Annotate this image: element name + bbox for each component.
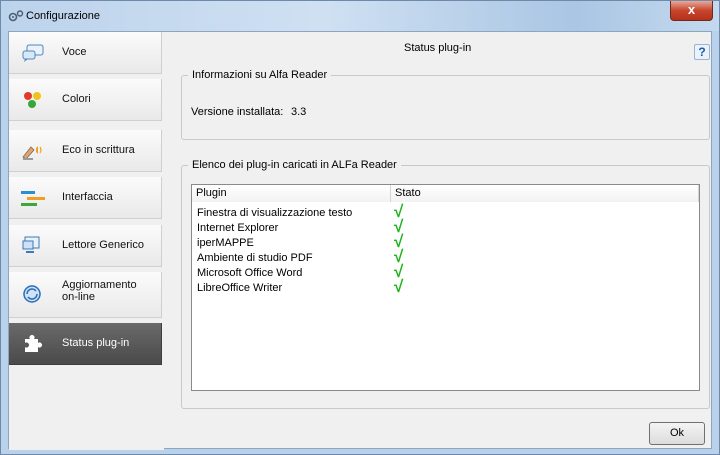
sidebar-item-eco-in-scrittura[interactable]: Eco in scrittura	[9, 130, 162, 172]
sidebar-item-status-plug-in[interactable]: Status plug-in	[9, 323, 162, 365]
sidebar-item-label: Status plug-in	[62, 337, 130, 349]
plugin-name: Internet Explorer	[197, 222, 279, 234]
panel-title: Status plug-in	[404, 42, 472, 54]
sidebar-item-voce[interactable]: Voce	[9, 32, 162, 74]
help-button[interactable]: ?	[694, 44, 710, 60]
table-row[interactable]: Internet Explorer √	[192, 218, 699, 236]
table-row[interactable]: Ambiente di studio PDF √	[192, 248, 699, 266]
colors-icon	[24, 92, 41, 108]
plugin-name: LibreOffice Writer	[197, 282, 283, 294]
speech-balloon-icon	[22, 44, 44, 62]
sidebar-item-colori[interactable]: Colori	[9, 79, 162, 121]
title-bar[interactable]: Configurazione x	[1, 1, 719, 31]
column-header-plugin[interactable]: Plugin	[192, 185, 391, 202]
echo-writing-icon	[22, 146, 42, 160]
check-icon: √	[394, 277, 404, 296]
sidebar-item-label: Aggiornamento on-line	[62, 279, 137, 303]
ok-button[interactable]: Ok	[649, 422, 705, 445]
plugin-list-group: Elenco dei plug-in caricati in ALFa Read…	[181, 159, 710, 409]
version-value: 3.3	[291, 106, 307, 118]
sidebar-item-label: Lettore Generico	[62, 239, 144, 251]
sidebar-item-interfaccia[interactable]: Interfaccia	[9, 177, 162, 219]
interface-bars-icon	[21, 191, 45, 206]
configuration-window: Configurazione x Voce Colori Eco in scri…	[0, 0, 720, 455]
sidebar-item-aggiornamento-on-line[interactable]: Aggiornamento on-line	[9, 272, 162, 318]
puzzle-icon	[25, 335, 42, 352]
close-icon: x	[687, 2, 696, 17]
table-row[interactable]: LibreOffice Writer √	[192, 277, 699, 296]
dialog-body: Voce Colori Eco in scrittura Interfaccia…	[8, 31, 713, 450]
table-row[interactable]: Finestra di visualizzazione testo √	[192, 203, 699, 221]
update-icon	[23, 285, 41, 303]
info-group: Informazioni su Alfa Reader Versione ins…	[181, 69, 710, 140]
table-row[interactable]: Microsoft Office Word √	[192, 263, 699, 281]
plugin-name: Ambiente di studio PDF	[197, 252, 313, 264]
version-label: Versione installata:	[191, 106, 284, 118]
sidebar-item-label: Eco in scrittura	[62, 144, 135, 156]
sidebar-item-label: Interfaccia	[62, 191, 113, 203]
table-row[interactable]: iperMAPPE √	[192, 233, 699, 251]
plugin-list-legend: Elenco dei plug-in caricati in ALFa Read…	[188, 159, 401, 171]
window-title: Configurazione	[26, 10, 100, 22]
info-group-legend: Informazioni su Alfa Reader	[188, 69, 332, 81]
sidebar-item-label: Voce	[62, 46, 87, 58]
plugin-name: Microsoft Office Word	[197, 267, 303, 279]
column-header-stato[interactable]: Stato	[391, 185, 699, 202]
sidebar-item-lettore-generico[interactable]: Lettore Generico	[9, 225, 162, 267]
sidebar-item-label: Colori	[62, 93, 91, 105]
sidebar: Voce Colori Eco in scrittura Interfaccia…	[9, 32, 164, 450]
monitor-icon	[22, 236, 40, 253]
main-panel: Status plug-in ? Informazioni su Alfa Re…	[172, 32, 713, 450]
plugin-name: Finestra di visualizzazione testo	[197, 207, 353, 219]
settings-gears-icon	[8, 10, 24, 22]
close-button[interactable]: x	[670, 1, 713, 21]
list-header: Plugin Stato	[192, 185, 699, 202]
plugin-list[interactable]: Plugin Stato Finestra di visualizzazione…	[191, 184, 700, 391]
help-icon: ?	[698, 45, 706, 59]
plugin-name: iperMAPPE	[197, 237, 254, 249]
